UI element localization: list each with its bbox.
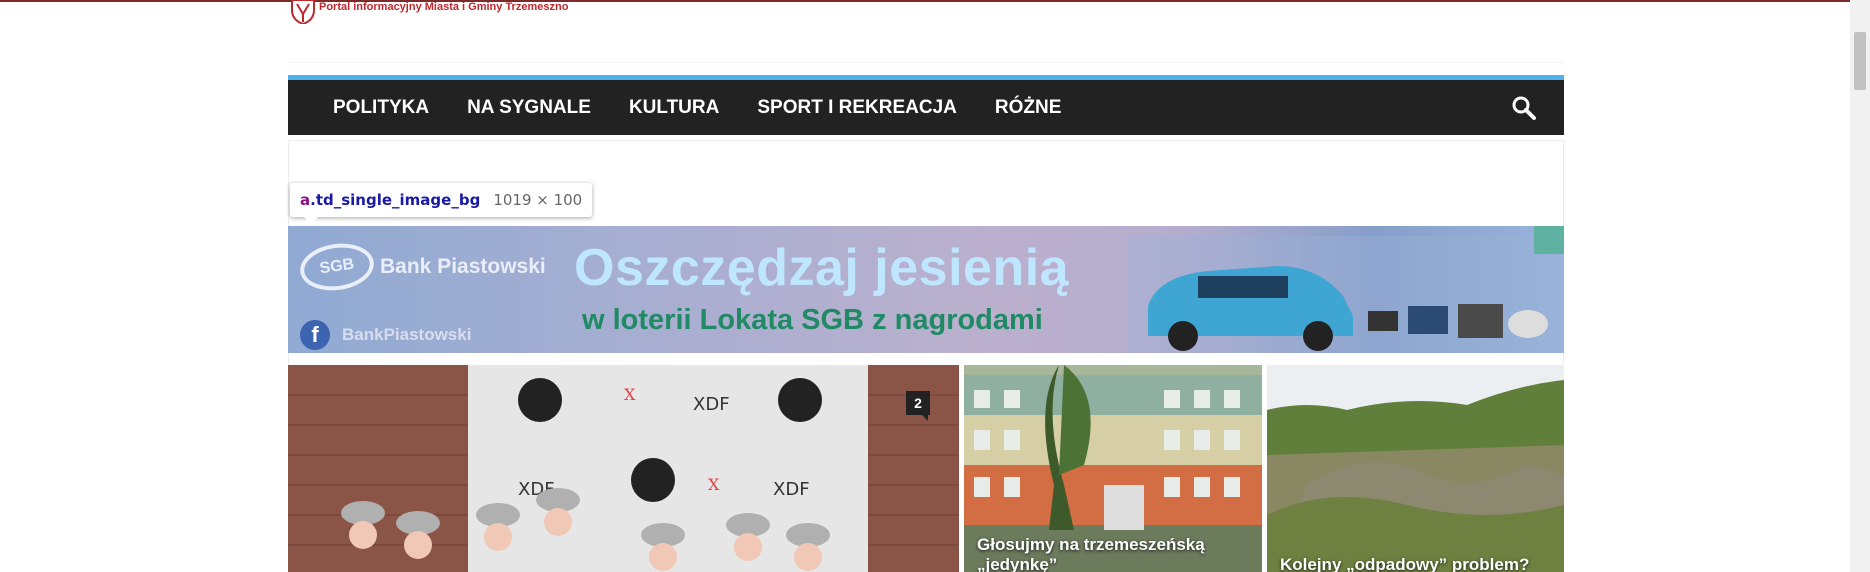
page-scrollbar[interactable]: [1850, 0, 1870, 572]
main-navbar: POLITYKA NA SYGNALE KULTURA SPORT I REKR…: [288, 75, 1564, 135]
banner-subline: w loterii Lokata SGB z nagrodami: [582, 304, 1043, 336]
sgb-logo-icon: SGB: [297, 239, 377, 295]
nav-item-rozne[interactable]: RÓŻNE: [995, 97, 1062, 119]
nav-item-na-sygnale[interactable]: NA SYGNALE: [467, 97, 591, 119]
tooltip-class: .td_single_image_bg: [310, 191, 481, 209]
post-title-school[interactable]: Głosujmy na trzemeszeńską „jedynkę”: [977, 535, 1247, 572]
featured-post-main[interactable]: XX XDF XDF XDF 2: [288, 365, 959, 572]
site-tagline: Portal informacyjny Miasta i Gminy Trzem…: [319, 1, 569, 13]
featured-post-school[interactable]: Głosujmy na trzemeszeńską „jedynkę”: [964, 365, 1262, 572]
banner-headline: Oszczędzaj jesienią: [574, 239, 1070, 297]
tooltip-dimensions: 1019 × 100: [493, 191, 583, 209]
banner-facebook: f BankPiastowski: [300, 320, 471, 350]
post-title-field[interactable]: Kolejny „odpadowy” problem?: [1280, 555, 1560, 572]
svg-text:X: X: [624, 385, 636, 404]
field-photo: [1267, 365, 1564, 572]
tooltip-tag: a: [300, 191, 311, 209]
svg-text:XDF: XDF: [773, 479, 810, 500]
banner-bank-logo: SGB Bank Piastowski: [297, 239, 546, 295]
devtools-inspect-tooltip: a .td_single_image_bg 1019 × 100: [290, 183, 593, 224]
nav-item-kultura[interactable]: KULTURA: [629, 97, 719, 119]
scrollbar-thumb[interactable]: [1854, 32, 1866, 90]
ad-banner[interactable]: SGB Bank Piastowski Oszczędzaj jesienią …: [288, 226, 1564, 353]
svg-text:XDF: XDF: [693, 394, 730, 415]
facebook-icon: f: [300, 320, 330, 350]
search-icon[interactable]: [1510, 94, 1538, 122]
car-image: [1128, 236, 1558, 353]
featured-post-field[interactable]: Kolejny „odpadowy” problem?: [1267, 365, 1564, 572]
banner-bank-name: Bank Piastowski: [380, 255, 546, 278]
svg-text:X: X: [708, 475, 720, 494]
top-border-strip: [0, 0, 1850, 2]
banner-corner-badge: [1534, 226, 1564, 254]
site-logo[interactable]: Portal informacyjny Miasta i Gminy Trzem…: [288, 0, 568, 26]
nav-item-sport[interactable]: SPORT I REKREACJA: [757, 97, 957, 119]
dancers-photo: XX XDFXDF XDF: [288, 365, 959, 572]
comment-count-badge[interactable]: 2: [906, 391, 930, 421]
header-divider: [288, 62, 1564, 63]
nav-item-polityka[interactable]: POLITYKA: [333, 97, 429, 119]
facebook-handle: BankPiastowski: [342, 325, 472, 344]
crest-icon: [288, 0, 318, 24]
nav-menu: POLITYKA NA SYGNALE KULTURA SPORT I REKR…: [288, 80, 1564, 135]
